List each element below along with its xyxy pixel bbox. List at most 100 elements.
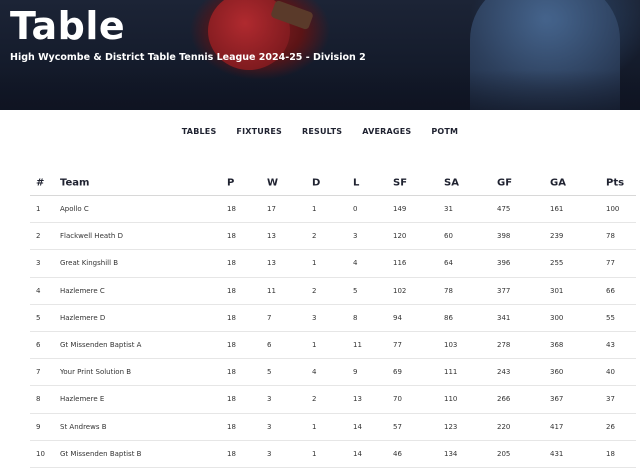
cell-points: 100 <box>606 205 620 214</box>
cell-games-against: 368 <box>550 341 564 350</box>
cell-played: 18 <box>227 232 236 241</box>
cell-team[interactable]: Hazlemere C <box>60 287 105 295</box>
cell-drawn: 2 <box>312 286 317 295</box>
nav-potm[interactable]: POTM <box>431 127 458 136</box>
cell-position: 6 <box>36 341 41 350</box>
header-lost: L <box>353 177 360 188</box>
cell-points: 77 <box>606 259 615 268</box>
cell-lost: 11 <box>353 341 362 350</box>
cell-games-for: 475 <box>497 205 511 214</box>
cell-drawn: 3 <box>312 313 317 322</box>
cell-sets-against: 110 <box>444 395 458 404</box>
cell-team[interactable]: Gt Missenden Baptist A <box>60 341 141 349</box>
cell-points: 26 <box>606 422 615 431</box>
cell-games-against: 360 <box>550 368 564 377</box>
cell-games-against: 300 <box>550 313 564 322</box>
cell-drawn: 1 <box>312 449 317 458</box>
cell-lost: 13 <box>353 395 362 404</box>
cell-position: 8 <box>36 395 41 404</box>
cell-sets-for: 149 <box>393 205 407 214</box>
cell-team[interactable]: Flackwell Heath D <box>60 232 123 240</box>
cell-won: 13 <box>267 232 276 241</box>
cell-games-for: 266 <box>497 395 511 404</box>
cell-games-against: 417 <box>550 422 564 431</box>
cell-drawn: 1 <box>312 205 317 214</box>
cell-sets-for: 57 <box>393 422 402 431</box>
cell-played: 18 <box>227 449 236 458</box>
cell-position: 10 <box>36 449 45 458</box>
hero-fade <box>0 70 640 110</box>
cell-games-for: 220 <box>497 422 511 431</box>
cell-sets-for: 116 <box>393 259 407 268</box>
nav-tables[interactable]: TABLES <box>182 127 217 136</box>
cell-lost: 14 <box>353 449 362 458</box>
cell-team[interactable]: Gt Missenden Baptist B <box>60 450 141 458</box>
header-position: # <box>36 177 45 188</box>
cell-position: 1 <box>36 205 41 214</box>
cell-position: 4 <box>36 286 41 295</box>
table-row: 10 Gt Missenden Baptist B 18 3 1 14 46 134 205 43… <box>30 441 636 468</box>
cell-drawn: 1 <box>312 341 317 350</box>
cell-games-for: 341 <box>497 313 511 322</box>
cell-team[interactable]: Hazlemere E <box>60 395 104 403</box>
header-team: Team <box>60 177 90 188</box>
cell-team[interactable]: St Andrews B <box>60 423 107 431</box>
cell-won: 5 <box>267 368 272 377</box>
cell-sets-for: 46 <box>393 449 402 458</box>
nav-averages[interactable]: AVERAGES <box>362 127 411 136</box>
league-table: # Team P W D L SF SA GF GA Pts 1 Apollo C… <box>30 170 636 468</box>
cell-sets-against: 123 <box>444 422 458 431</box>
cell-drawn: 4 <box>312 368 317 377</box>
cell-lost: 4 <box>353 259 358 268</box>
table-header-row: # Team P W D L SF SA GF GA Pts <box>30 170 636 196</box>
cell-lost: 5 <box>353 286 358 295</box>
cell-points: 18 <box>606 449 615 458</box>
cell-won: 3 <box>267 395 272 404</box>
cell-points: 43 <box>606 341 615 350</box>
cell-position: 2 <box>36 232 41 241</box>
section-nav: TABLES FIXTURES RESULTS AVERAGES POTM <box>0 127 640 136</box>
cell-games-for: 398 <box>497 232 511 241</box>
table-row: 1 Apollo C 18 17 1 0 149 31 475 161 100 <box>30 196 636 224</box>
cell-team[interactable]: Great Kingshill B <box>60 259 118 267</box>
cell-lost: 14 <box>353 422 362 431</box>
cell-points: 78 <box>606 232 615 241</box>
cell-sets-against: 103 <box>444 341 458 350</box>
cell-played: 18 <box>227 259 236 268</box>
cell-games-against: 239 <box>550 232 564 241</box>
cell-team[interactable]: Your Print Solution B <box>60 368 131 376</box>
cell-won: 17 <box>267 205 276 214</box>
page-subtitle: High Wycombe & District Table Tennis Lea… <box>10 52 366 63</box>
cell-points: 55 <box>606 313 615 322</box>
table-row: 7 Your Print Solution B 18 5 4 9 69 111 243 360 40 <box>30 359 636 387</box>
page-title: Table <box>10 4 126 48</box>
cell-won: 3 <box>267 422 272 431</box>
cell-games-for: 377 <box>497 286 511 295</box>
cell-played: 18 <box>227 205 236 214</box>
table-row: 9 St Andrews B 18 3 1 14 57 123 220 417 26 <box>30 414 636 441</box>
header-sets-against: SA <box>444 177 459 188</box>
cell-games-against: 367 <box>550 395 564 404</box>
cell-games-against: 255 <box>550 259 564 268</box>
header-won: W <box>267 177 279 188</box>
cell-played: 18 <box>227 341 236 350</box>
cell-sets-for: 77 <box>393 341 402 350</box>
header-sets-for: SF <box>393 177 408 188</box>
cell-points: 37 <box>606 395 615 404</box>
cell-won: 13 <box>267 259 276 268</box>
cell-team[interactable]: Hazlemere D <box>60 314 105 322</box>
nav-results[interactable]: RESULTS <box>302 127 342 136</box>
cell-sets-against: 78 <box>444 286 453 295</box>
nav-fixtures[interactable]: FIXTURES <box>236 127 282 136</box>
cell-games-for: 243 <box>497 368 511 377</box>
cell-played: 18 <box>227 313 236 322</box>
table-row: 8 Hazlemere E 18 3 2 13 70 110 266 367 37 <box>30 386 636 414</box>
cell-lost: 9 <box>353 368 358 377</box>
cell-team[interactable]: Apollo C <box>60 205 89 213</box>
cell-played: 18 <box>227 286 236 295</box>
cell-sets-for: 69 <box>393 368 402 377</box>
table-row: 6 Gt Missenden Baptist A 18 6 1 11 77 103 278 368… <box>30 332 636 360</box>
cell-position: 7 <box>36 368 41 377</box>
table-row: 3 Great Kingshill B 18 13 1 4 116 64 396 255 77 <box>30 250 636 278</box>
cell-lost: 3 <box>353 232 358 241</box>
